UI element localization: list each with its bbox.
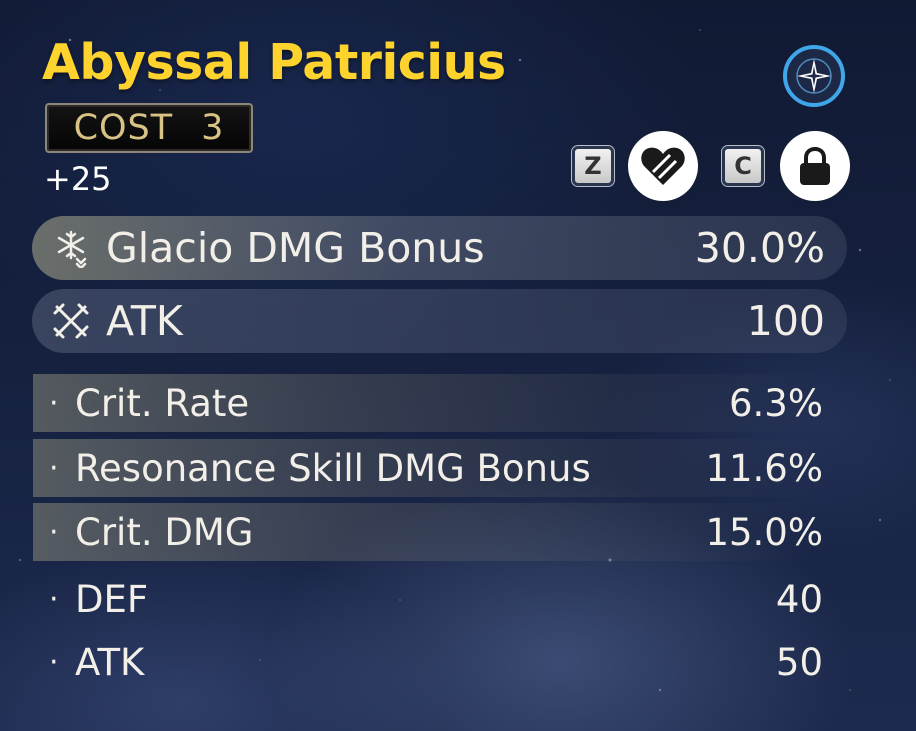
glacio-snowflake-icon xyxy=(50,227,92,269)
sub-stat-row: · Crit. DMG 15.0% xyxy=(33,503,823,561)
main-stat-name: ATK xyxy=(106,297,183,345)
cost-value: 3 xyxy=(201,108,225,148)
main-stat-value: 100 xyxy=(746,297,825,345)
discard-key-hint: Z xyxy=(571,145,615,187)
sub-stat-name: ATK xyxy=(75,640,145,684)
main-stat-name: Glacio DMG Bonus xyxy=(106,224,485,272)
sub-stat-name: DEF xyxy=(75,577,149,621)
broken-heart-icon xyxy=(641,147,685,185)
sub-stat-row: · Resonance Skill DMG Bonus 11.6% xyxy=(33,439,823,497)
sub-stat-bullet: · xyxy=(49,644,59,680)
compass-star-icon xyxy=(796,58,832,94)
main-stat-row: Glacio DMG Bonus 30.0% xyxy=(32,216,847,280)
lock-button[interactable] xyxy=(780,131,850,201)
sub-stat-bullet: · xyxy=(49,450,59,486)
cost-badge: COST 3 xyxy=(45,103,253,153)
atk-crossed-swords-icon xyxy=(50,300,92,342)
sub-stat-row: · Crit. Rate 6.3% xyxy=(33,374,823,432)
sub-stat-value: 15.0% xyxy=(705,510,823,554)
sub-stat-name: Crit. DMG xyxy=(75,510,254,554)
cost-label: COST xyxy=(73,108,174,148)
sub-stat-name: Crit. Rate xyxy=(75,381,250,425)
sub-stat-name: Resonance Skill DMG Bonus xyxy=(75,446,591,490)
sub-stat-value: 6.3% xyxy=(729,381,823,425)
echo-level: +25 xyxy=(44,160,112,198)
sub-stat-bullet: · xyxy=(49,385,59,421)
sub-stat-row: · ATK 50 xyxy=(33,633,823,691)
main-stat-value: 30.0% xyxy=(694,224,825,272)
sub-stat-value: 40 xyxy=(775,577,823,621)
sub-stat-bullet: · xyxy=(49,514,59,550)
sub-stat-row: · DEF 40 xyxy=(33,570,823,628)
padlock-icon xyxy=(800,146,830,185)
lock-key-hint: C xyxy=(721,145,765,187)
rarity-button[interactable] xyxy=(783,45,845,107)
sub-stat-value: 50 xyxy=(775,640,823,684)
echo-name: Abyssal Patricius xyxy=(42,34,506,91)
sub-stat-bullet: · xyxy=(49,581,59,617)
discard-button[interactable] xyxy=(628,131,698,201)
sub-stat-value: 11.6% xyxy=(705,446,823,490)
main-stat-row: ATK 100 xyxy=(32,289,847,353)
